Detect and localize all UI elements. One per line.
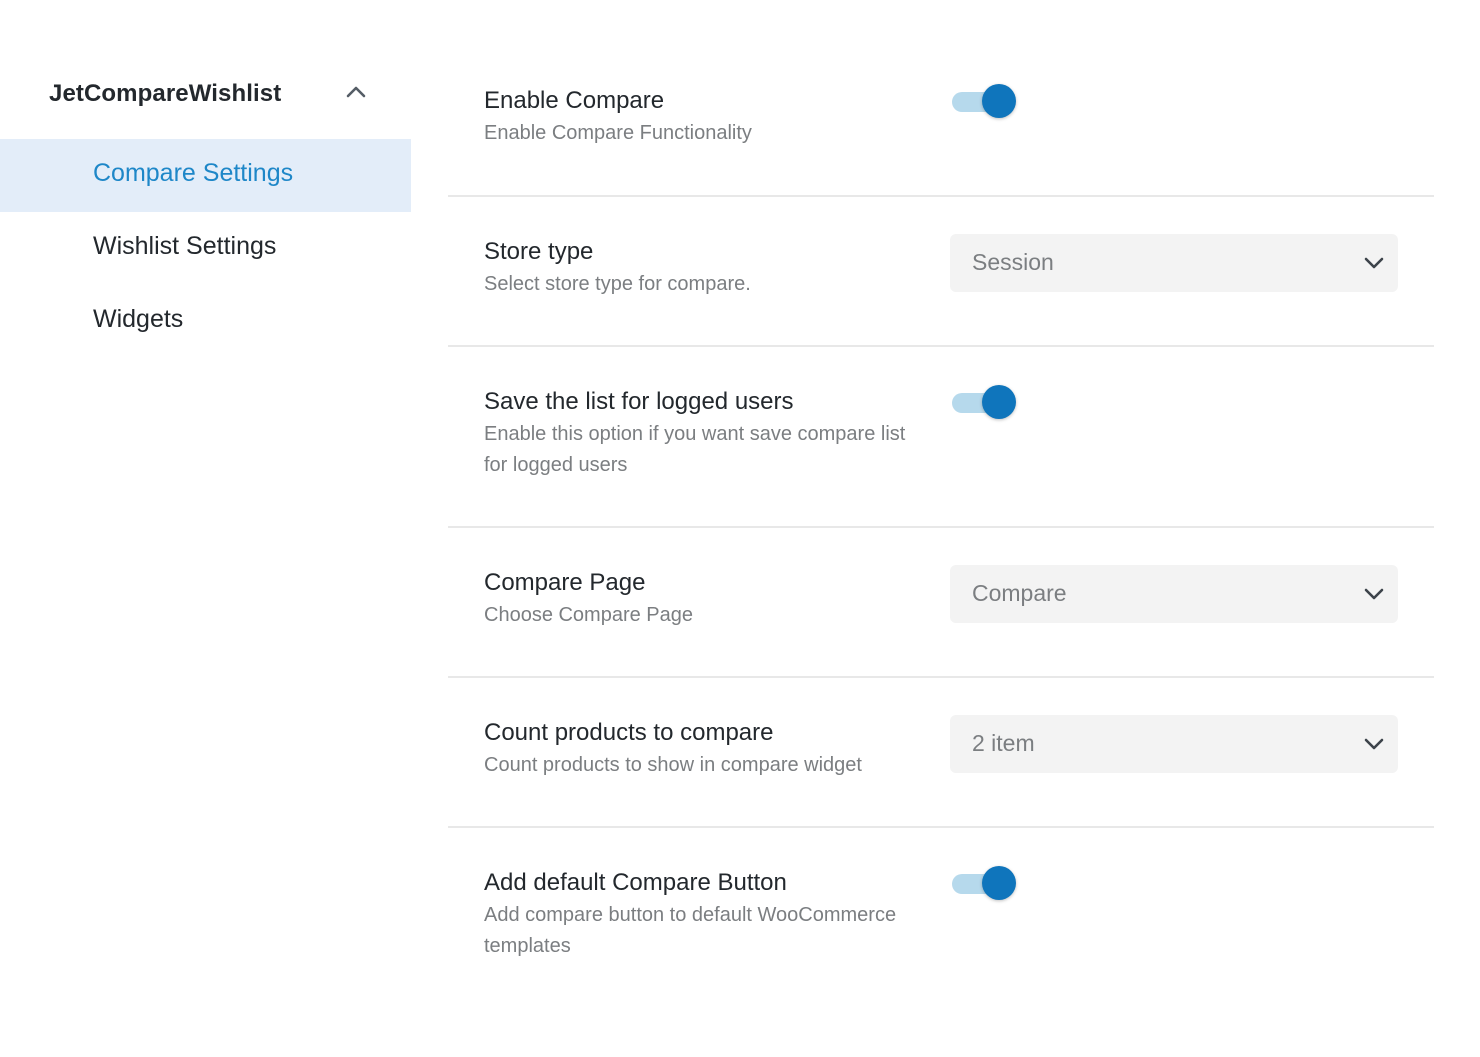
setting-title: Enable Compare <box>484 87 665 114</box>
sidebar-item-label: Wishlist Settings <box>93 232 277 260</box>
select-value: Compare <box>972 580 1067 606</box>
sidebar-item-widgets[interactable]: Widgets <box>0 285 411 358</box>
setting-text: Save the list for logged users Enable th… <box>484 387 924 481</box>
chevron-down-icon <box>1364 738 1384 750</box>
toggle-knob <box>982 385 1016 419</box>
default-compare-button-toggle[interactable] <box>950 864 1018 902</box>
setting-description: Select store type for compare. <box>484 273 751 295</box>
setting-save-list: Save the list for logged users Enable th… <box>448 347 1434 528</box>
setting-count-products: Count products to compare Count products… <box>448 678 1434 828</box>
sidebar-item-compare-settings[interactable]: Compare Settings <box>0 139 411 212</box>
setting-description: Enable Compare Functionality <box>484 122 752 144</box>
setting-text: Store type Select store type for compare… <box>484 237 924 300</box>
enable-compare-toggle[interactable] <box>950 82 1018 120</box>
setting-default-compare-button: Add default Compare Button Add compare b… <box>448 828 1434 988</box>
store-type-select[interactable]: Session <box>950 234 1398 292</box>
setting-store-type: Store type Select store type for compare… <box>448 197 1434 347</box>
setting-description: Count products to show in compare widget <box>484 754 862 776</box>
toggle-knob <box>982 84 1016 118</box>
toggle-knob <box>982 866 1016 900</box>
settings-page: JetCompareWishlist Compare Settings Wish… <box>0 0 1480 1057</box>
setting-description: Choose Compare Page <box>484 604 694 626</box>
sidebar: JetCompareWishlist Compare Settings Wish… <box>0 0 411 1057</box>
chevron-down-icon <box>1364 257 1384 269</box>
plugin-section-header[interactable]: JetCompareWishlist <box>0 70 411 118</box>
settings-content: Enable Compare Enable Compare Functional… <box>448 46 1434 988</box>
count-products-select[interactable]: 2 item <box>950 715 1398 773</box>
setting-text: Compare Page Choose Compare Page <box>484 568 924 631</box>
setting-enable-compare: Enable Compare Enable Compare Functional… <box>448 46 1434 197</box>
plugin-title: JetCompareWishlist <box>49 80 282 107</box>
setting-title: Compare Page <box>484 569 646 596</box>
setting-title: Store type <box>484 238 594 265</box>
setting-title: Count products to compare <box>484 719 774 746</box>
chevron-up-icon[interactable] <box>346 84 366 98</box>
chevron-down-icon <box>1364 588 1384 600</box>
setting-text: Count products to compare Count products… <box>484 718 924 781</box>
select-value: Session <box>972 249 1054 275</box>
compare-page-select[interactable]: Compare <box>950 565 1398 623</box>
setting-title: Save the list for logged users <box>484 388 794 415</box>
setting-text: Enable Compare Enable Compare Functional… <box>484 86 924 149</box>
sidebar-item-wishlist-settings[interactable]: Wishlist Settings <box>0 212 411 285</box>
setting-description: Enable this option if you want save comp… <box>484 423 906 476</box>
setting-title: Add default Compare Button <box>484 869 787 896</box>
setting-description: Add compare button to default WooCommerc… <box>484 904 897 957</box>
sidebar-item-label: Widgets <box>93 305 184 333</box>
save-list-toggle[interactable] <box>950 383 1018 421</box>
setting-text: Add default Compare Button Add compare b… <box>484 868 924 962</box>
sidebar-item-label: Compare Settings <box>93 159 294 187</box>
select-value: 2 item <box>972 730 1035 756</box>
setting-compare-page: Compare Page Choose Compare Page Compare <box>448 528 1434 678</box>
